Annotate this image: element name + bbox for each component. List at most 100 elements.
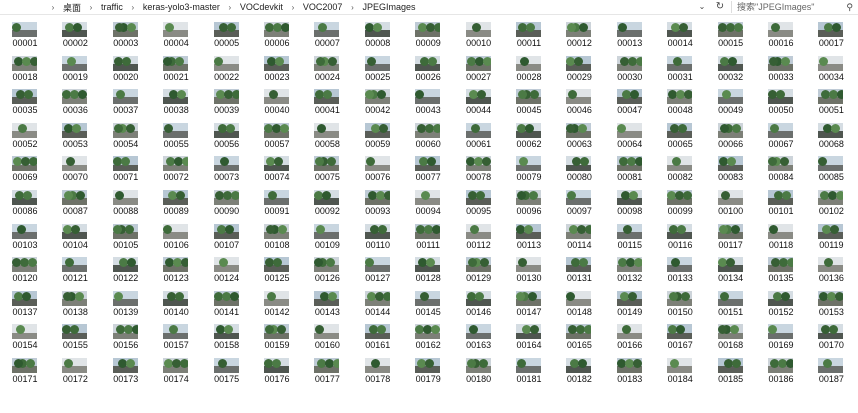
file-item[interactable]: 00054 [101,115,151,149]
file-item[interactable]: 00087 [50,182,100,216]
file-item[interactable]: 00012 [554,14,604,48]
file-item[interactable]: 00058 [302,115,352,149]
file-item[interactable]: 00116 [655,216,705,250]
file-item[interactable]: 00124 [202,249,252,283]
breadcrumb-item[interactable]: VOCdevkit [237,2,286,12]
file-item[interactable]: 00064 [605,115,655,149]
file-item[interactable]: 00165 [554,316,604,350]
file-item[interactable]: 00026 [403,48,453,82]
file-item[interactable]: 00002 [50,14,100,48]
file-item[interactable]: 00105 [101,216,151,250]
file-item[interactable]: 00123 [151,249,201,283]
file-item[interactable]: 00009 [403,14,453,48]
file-item[interactable]: 00169 [756,316,806,350]
file-item[interactable]: 00127 [353,249,403,283]
file-item[interactable]: 00166 [605,316,655,350]
file-item[interactable]: 00163 [454,316,504,350]
file-item[interactable]: 00032 [706,48,756,82]
file-item[interactable]: 00003 [101,14,151,48]
file-item[interactable]: 00175 [202,350,252,384]
file-item[interactable]: 00147 [504,283,554,317]
file-item[interactable]: 00070 [50,148,100,182]
file-item[interactable]: 00102 [806,182,856,216]
chevron-right-icon[interactable]: › [286,3,300,12]
file-item[interactable]: 00034 [806,48,856,82]
breadcrumb[interactable]: › 桌面 › traffic › keras-yolo3-master › VOCdevkit… [0,0,700,14]
file-item[interactable]: 00029 [554,48,604,82]
file-item[interactable]: 00148 [554,283,604,317]
file-item[interactable]: 00025 [353,48,403,82]
file-item[interactable]: 00019 [50,48,100,82]
file-item[interactable]: 00081 [605,148,655,182]
file-item[interactable]: 00118 [756,216,806,250]
file-item[interactable]: 00028 [504,48,554,82]
file-item[interactable]: 00160 [302,316,352,350]
breadcrumb-item[interactable]: 桌面 [60,1,84,14]
file-item[interactable]: 00010 [454,14,504,48]
file-item[interactable]: 00095 [454,182,504,216]
file-item[interactable]: 00177 [302,350,352,384]
file-item[interactable]: 00015 [706,14,756,48]
file-item[interactable]: 00173 [101,350,151,384]
file-item[interactable]: 00144 [353,283,403,317]
file-item[interactable]: 00033 [756,48,806,82]
breadcrumb-item[interactable]: JPEGImages [359,2,418,12]
chevron-right-icon[interactable]: › [126,3,140,12]
file-item[interactable]: 00051 [806,81,856,115]
file-item[interactable]: 00176 [252,350,302,384]
file-item[interactable]: 00031 [655,48,705,82]
file-item[interactable]: 00039 [202,81,252,115]
file-item[interactable]: 00022 [202,48,252,82]
file-item[interactable]: 00117 [706,216,756,250]
file-item[interactable]: 00078 [454,148,504,182]
file-item[interactable]: 00066 [706,115,756,149]
file-item[interactable]: 00077 [403,148,453,182]
file-item[interactable]: 00108 [252,216,302,250]
file-item[interactable]: 00073 [202,148,252,182]
file-item[interactable]: 00125 [252,249,302,283]
refresh-icon[interactable]: ↻ [713,0,727,14]
file-item[interactable]: 00133 [655,249,705,283]
file-item[interactable]: 00113 [504,216,554,250]
file-item[interactable]: 00049 [706,81,756,115]
file-item[interactable]: 00016 [756,14,806,48]
file-item[interactable]: 00141 [202,283,252,317]
file-item[interactable]: 00100 [706,182,756,216]
file-item[interactable]: 00159 [252,316,302,350]
file-item[interactable]: 00040 [252,81,302,115]
file-item[interactable]: 00074 [252,148,302,182]
file-item[interactable]: 00076 [353,148,403,182]
file-item[interactable]: 00128 [403,249,453,283]
file-item[interactable]: 00153 [806,283,856,317]
file-item[interactable]: 00130 [504,249,554,283]
file-item[interactable]: 00158 [202,316,252,350]
file-item[interactable]: 00174 [151,350,201,384]
file-item[interactable]: 00075 [302,148,352,182]
file-item[interactable]: 00180 [454,350,504,384]
file-item[interactable]: 00030 [605,48,655,82]
file-item[interactable]: 00104 [50,216,100,250]
file-item[interactable]: 00143 [302,283,352,317]
chevron-right-icon[interactable]: › [345,3,359,12]
file-item[interactable]: 00161 [353,316,403,350]
file-item[interactable]: 00006 [252,14,302,48]
file-item[interactable]: 00092 [302,182,352,216]
file-item[interactable]: 00157 [151,316,201,350]
file-item[interactable]: 00090 [202,182,252,216]
file-item[interactable]: 00017 [806,14,856,48]
file-item[interactable]: 00129 [454,249,504,283]
file-item[interactable]: 00036 [50,81,100,115]
file-item[interactable]: 00014 [655,14,705,48]
file-item[interactable]: 00093 [353,182,403,216]
file-item[interactable]: 00154 [0,316,50,350]
file-item[interactable]: 00083 [706,148,756,182]
chevron-right-icon[interactable]: › [46,3,60,12]
search-input[interactable]: 搜索"JPEGImages" ⚲ [731,1,857,13]
file-item[interactable]: 00126 [302,249,352,283]
search-icon[interactable]: ⚲ [846,1,853,13]
breadcrumb-item[interactable]: traffic [98,2,126,12]
file-item[interactable]: 00069 [0,148,50,182]
file-item[interactable]: 00134 [706,249,756,283]
file-item[interactable]: 00063 [554,115,604,149]
file-item[interactable]: 00004 [151,14,201,48]
